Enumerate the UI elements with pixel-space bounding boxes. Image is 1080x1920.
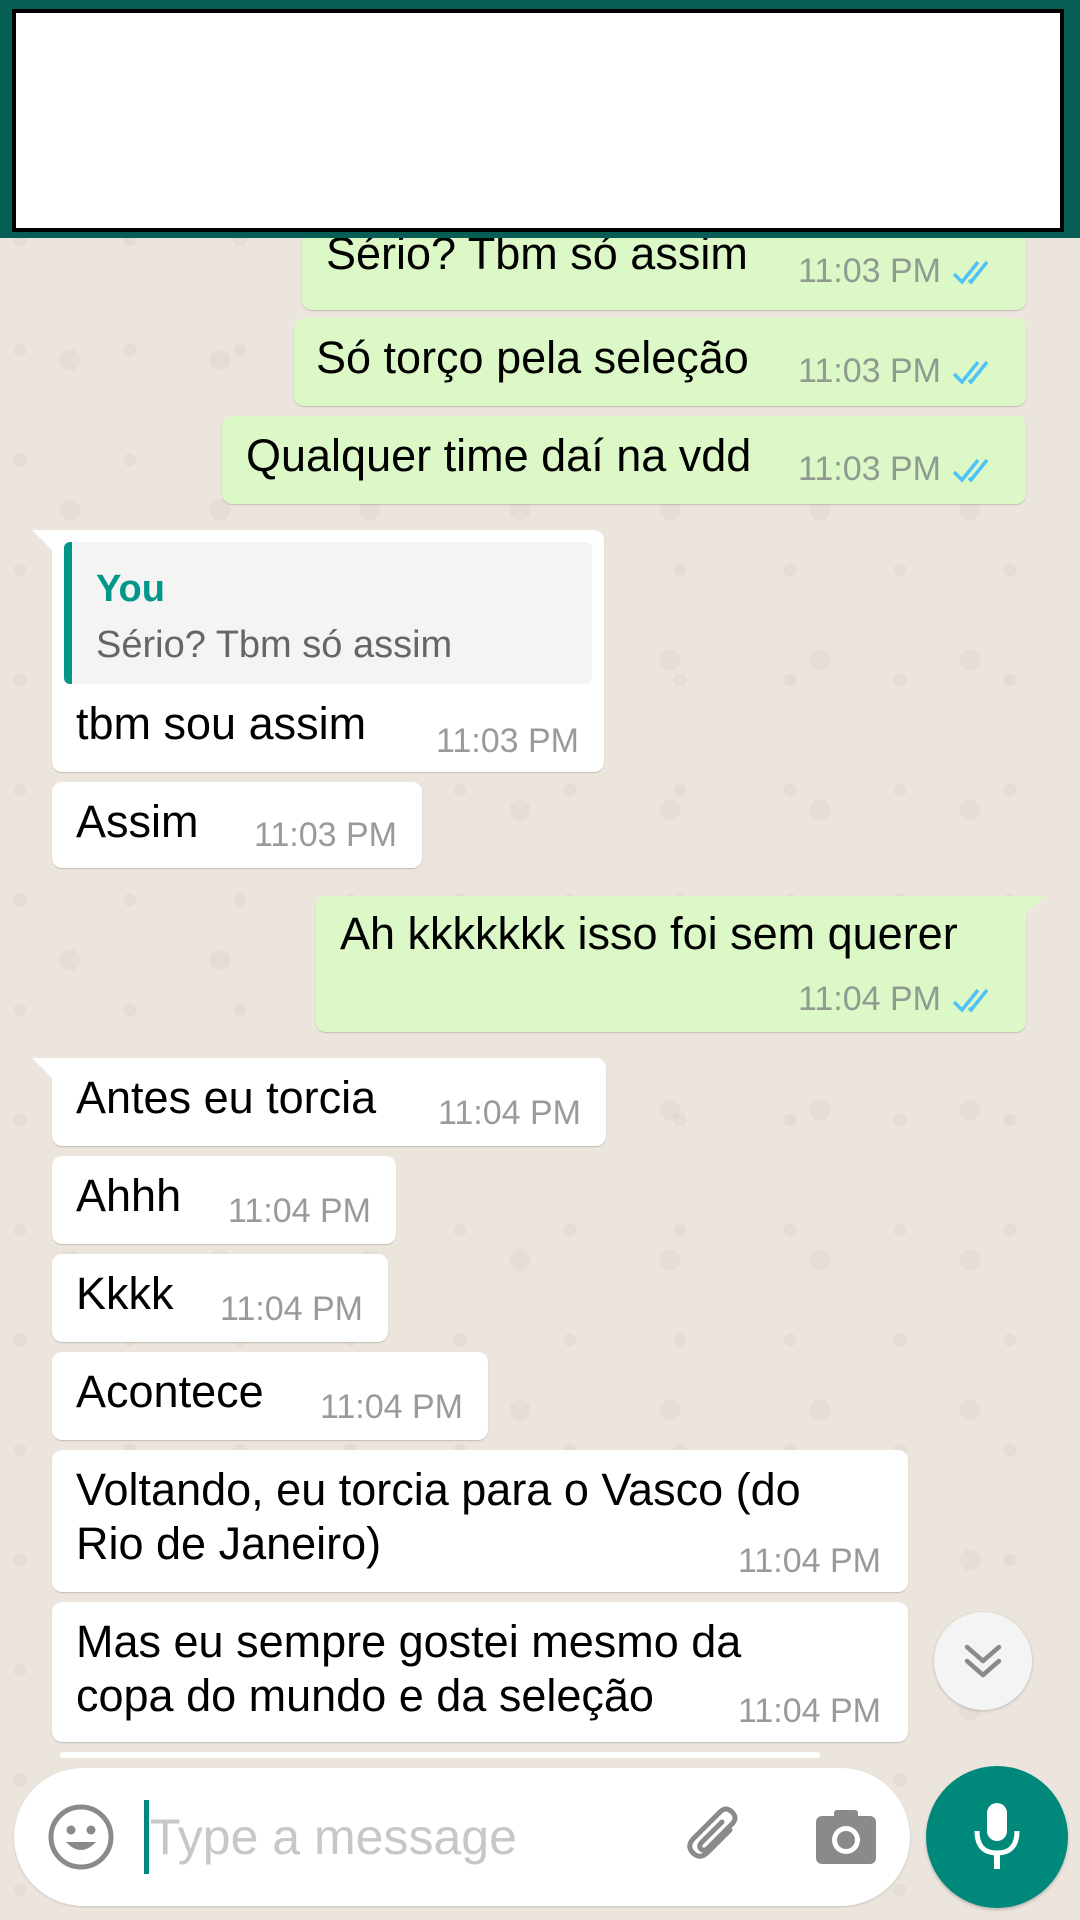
text-cursor (144, 1800, 149, 1874)
quoted-message[interactable]: You Sério? Tbm só assim (64, 542, 592, 684)
message-time: 11:04 PM (228, 1192, 372, 1230)
message-time: 11:03 PM (798, 450, 942, 488)
scroll-to-bottom-button[interactable] (934, 1612, 1032, 1710)
message-outgoing[interactable]: Ah kkkkkkk isso foi sem querer 11:04 PM (316, 896, 1044, 1032)
message-text-line1: Voltando, eu torcia para o Vasco (do (76, 1464, 801, 1515)
message-composer[interactable]: Type a message (14, 1768, 910, 1906)
message-time: 11:04 PM (320, 1388, 464, 1426)
double-check-icon (952, 988, 989, 1013)
message-outgoing[interactable]: Sério? Tbm só assim 11:03 PM (302, 228, 1026, 310)
message-incoming[interactable]: Voltando, eu torcia para o Vasco (do Rio… (52, 1450, 908, 1592)
message-text: Assim (76, 796, 199, 847)
message-text: Antes eu torcia (76, 1072, 377, 1123)
message-incoming[interactable]: Assim 11:03 PM (52, 782, 422, 868)
message-time: 11:04 PM (798, 980, 942, 1018)
microphone-icon (974, 1803, 1020, 1869)
message-text: Acontece (76, 1366, 264, 1417)
emoji-icon[interactable] (46, 1802, 116, 1872)
message-outgoing[interactable]: Só torço pela seleção 11:03 PM (294, 318, 1026, 406)
message-incoming[interactable]: Antes eu torcia 11:04 PM (32, 1058, 606, 1146)
paperclip-icon[interactable] (680, 1800, 754, 1874)
message-time: 11:03 PM (798, 252, 942, 290)
redacted-header-area (12, 9, 1064, 232)
double-chevron-down-icon (964, 1644, 1002, 1678)
message-time: 11:03 PM (436, 722, 580, 760)
message-time: 11:04 PM (738, 1692, 882, 1730)
message-text-line2: copa do mundo e da seleção (76, 1670, 654, 1721)
message-text: Só torço pela seleção (316, 332, 749, 383)
partial-next-message (60, 1752, 820, 1758)
message-text: tbm sou assim (76, 698, 367, 749)
message-incoming[interactable]: Mas eu sempre gostei mesmo da copa do mu… (52, 1602, 908, 1742)
message-text-line2: Rio de Janeiro) (76, 1518, 382, 1569)
message-time: 11:03 PM (798, 352, 942, 390)
message-incoming[interactable]: Kkkk 11:04 PM (52, 1254, 388, 1342)
message-text: Ah kkkkkkk isso foi sem querer (340, 908, 958, 959)
quote-author: You (96, 568, 165, 610)
double-check-icon (952, 458, 989, 483)
microphone-button[interactable] (926, 1766, 1068, 1908)
message-text: Qualquer time daí na vdd (246, 430, 752, 481)
message-incoming[interactable]: You Sério? Tbm só assim tbm sou assim 11… (32, 530, 604, 772)
message-text: Ahhh (76, 1170, 182, 1221)
message-time: 11:03 PM (254, 816, 398, 854)
message-incoming[interactable]: Ahhh 11:04 PM (52, 1156, 396, 1244)
message-outgoing[interactable]: Qualquer time daí na vdd 11:03 PM (222, 416, 1026, 504)
message-text: Kkkk (76, 1268, 174, 1319)
message-time: 11:04 PM (438, 1094, 582, 1132)
message-text-line1: Mas eu sempre gostei mesmo da (76, 1616, 742, 1667)
chat-header (0, 0, 1080, 238)
double-check-icon (952, 360, 989, 385)
message-time: 11:04 PM (738, 1542, 882, 1580)
camera-icon[interactable] (810, 1802, 882, 1874)
message-incoming[interactable]: Acontece 11:04 PM (52, 1352, 488, 1440)
message-input[interactable]: Type a message (150, 1802, 517, 1872)
quote-text: Sério? Tbm só assim (96, 624, 453, 666)
message-time: 11:04 PM (220, 1290, 364, 1328)
double-check-icon (952, 260, 989, 285)
